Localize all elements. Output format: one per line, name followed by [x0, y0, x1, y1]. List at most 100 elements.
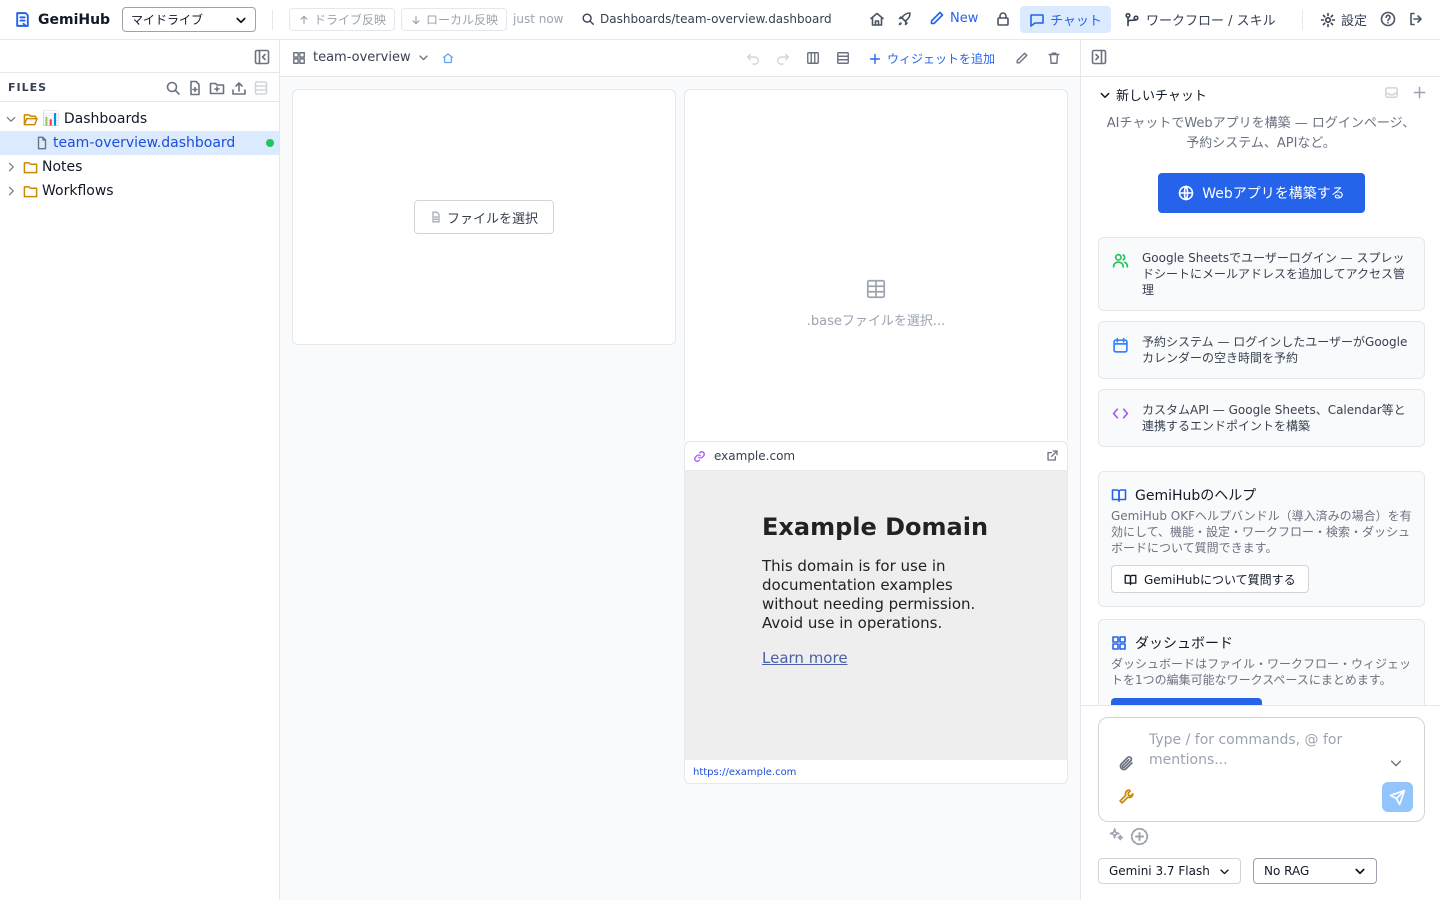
base-widget: .baseファイルを選択...: [684, 89, 1068, 441]
dashboard-canvas: ファイルを選択 .baseファイルを選択... example.com Exam…: [280, 77, 1080, 900]
chat-messages[interactable]: AIチャットでWebアプリを構築 — ログインページ、予約システム、APIなど。…: [1081, 110, 1440, 705]
web-preview-frame[interactable]: Example Domain This domain is for use in…: [685, 471, 1067, 760]
rows-layout-icon[interactable]: [836, 51, 850, 65]
web-widget: example.com Example Domain This domain i…: [684, 441, 1068, 784]
new-button[interactable]: New: [929, 10, 978, 26]
base-empty-state[interactable]: .baseファイルを選択...: [685, 278, 1067, 329]
gear-icon: [1320, 12, 1336, 28]
chat-bubble-icon: [1029, 12, 1045, 28]
table-icon: [865, 278, 887, 300]
suggestion-sheets-login[interactable]: Google Sheetsでユーザーログイン — スプレッドシートにメールアドレ…: [1098, 237, 1425, 311]
send-button[interactable]: [1382, 782, 1413, 812]
chevron-down-icon: [1354, 865, 1366, 877]
new-folder-icon[interactable]: [209, 80, 225, 96]
web-domain: example.com: [714, 449, 796, 463]
globe-icon: [1178, 185, 1194, 201]
drive-select[interactable]: マイドライブ: [122, 7, 256, 32]
divider: [272, 10, 273, 30]
grid-icon: [292, 51, 306, 65]
top-bar: GemiHub マイドライブ ドライブ反映 ローカル反映 just now Da…: [0, 0, 1440, 40]
link-icon: [693, 450, 706, 463]
users-icon: [1112, 252, 1129, 269]
workflow-icon: [1124, 12, 1140, 28]
chevron-down-icon[interactable]: [1389, 756, 1403, 770]
database-icon[interactable]: [253, 80, 269, 96]
build-web-app-button[interactable]: Webアプリを構築する: [1158, 173, 1365, 213]
undo-icon[interactable]: [746, 51, 760, 65]
pencil-icon: [929, 10, 945, 26]
home-icon[interactable]: [869, 11, 885, 27]
rag-select[interactable]: No RAG: [1253, 858, 1377, 884]
search-icon[interactable]: [165, 80, 181, 96]
columns-layout-icon[interactable]: [806, 51, 820, 65]
files-header: FILES: [0, 72, 279, 102]
lock-icon[interactable]: [995, 11, 1011, 27]
new-chat-plus-icon[interactable]: [1412, 85, 1427, 100]
new-file-icon[interactable]: [187, 80, 203, 96]
edit-pencil-icon[interactable]: [1015, 51, 1029, 65]
folder-open-icon: [23, 112, 38, 127]
logout-icon[interactable]: [1408, 11, 1424, 27]
chevron-right-icon: [5, 161, 17, 173]
dashboard-info-card: ダッシュボード ダッシュボードはファイル・ワークフロー・ウィジェットを1つの編集…: [1098, 619, 1425, 705]
chevron-down-icon: [1099, 89, 1111, 101]
help-card: GemiHubのヘルプ GemiHub OKFヘルプバンドル（導入済みの場合）を…: [1098, 471, 1425, 607]
brand[interactable]: GemiHub: [14, 11, 110, 28]
select-file-button[interactable]: ファイルを選択: [414, 200, 554, 234]
paperclip-icon[interactable]: [1118, 755, 1135, 772]
chat-history-toggle[interactable]: 新しいチャット: [1099, 85, 1207, 104]
suggestion-booking[interactable]: 予約システム — ログインしたユーザーがGoogleカレンダーの空き時間を予約: [1098, 321, 1425, 379]
chevron-right-icon: [5, 185, 17, 197]
calendar-icon: [1112, 337, 1129, 354]
learn-more-link[interactable]: Learn more: [762, 649, 848, 667]
chevron-down-icon: [418, 52, 429, 63]
file-icon: [35, 136, 49, 150]
file-widget: ファイルを選択: [292, 89, 676, 345]
add-widget-button[interactable]: ウィジェットを追加: [868, 50, 995, 67]
book-icon: [1111, 487, 1127, 503]
external-link-icon[interactable]: [1046, 449, 1059, 462]
plus-icon: [868, 52, 882, 66]
tree-file-team-overview[interactable]: team-overview.dashboard: [0, 131, 279, 155]
web-url[interactable]: https://example.com: [685, 760, 1067, 784]
tree-folder-workflows[interactable]: Workflows: [0, 179, 279, 203]
chat-composer: Type / for commands, @ for mentions...: [1098, 717, 1425, 822]
model-select[interactable]: Gemini 3.7 Flash: [1098, 858, 1241, 884]
home-icon[interactable]: [442, 52, 454, 64]
tree-folder-dashboards[interactable]: 📊 Dashboards: [0, 107, 279, 131]
dashboard-switcher[interactable]: team-overview: [292, 50, 454, 65]
collapse-chat-icon[interactable]: [1091, 49, 1107, 65]
push-to-drive-button[interactable]: ドライブ反映: [289, 8, 396, 31]
file-icon: [430, 211, 442, 223]
workflow-skill-button[interactable]: ワークフロー / スキル: [1124, 10, 1276, 29]
files-label: FILES: [8, 80, 48, 94]
redo-icon[interactable]: [776, 51, 790, 65]
file-path-search[interactable]: Dashboards/team-overview.dashboard: [581, 12, 832, 26]
pull-to-local-button[interactable]: ローカル反映: [401, 8, 508, 31]
help-circle-icon[interactable]: [1380, 11, 1396, 27]
grid-icon: [1111, 635, 1127, 651]
trash-icon[interactable]: [1047, 51, 1061, 65]
collapse-sidebar-icon[interactable]: [254, 49, 270, 65]
arrow-up-icon: [298, 14, 310, 26]
dashboard-card-title: ダッシュボード: [1135, 636, 1233, 652]
dashboard-card-button[interactable]: [1111, 698, 1262, 705]
settings-button[interactable]: 設定: [1320, 10, 1367, 29]
upload-icon[interactable]: [231, 80, 247, 96]
chevron-down-icon: [235, 14, 247, 26]
add-circle-icon[interactable]: [1130, 827, 1149, 846]
wrench-icon[interactable]: [1118, 788, 1135, 805]
ask-gemihub-button[interactable]: GemiHubについて質問する: [1111, 565, 1309, 593]
chat-input[interactable]: Type / for commands, @ for mentions...: [1149, 730, 1369, 770]
divider: [1302, 10, 1303, 30]
tree-folder-notes[interactable]: Notes: [0, 155, 279, 179]
divider: [1081, 705, 1440, 706]
chat-toggle-button[interactable]: チャット: [1020, 6, 1111, 33]
send-icon: [1389, 789, 1406, 806]
archive-icon[interactable]: [1384, 85, 1399, 100]
sparkles-icon[interactable]: [1109, 827, 1124, 846]
folder-icon: [23, 160, 38, 175]
rocket-icon[interactable]: [897, 11, 913, 27]
chevron-down-icon: [5, 113, 17, 125]
suggestion-custom-api[interactable]: カスタムAPI — Google Sheets、Calendar等と連携するエン…: [1098, 389, 1425, 447]
